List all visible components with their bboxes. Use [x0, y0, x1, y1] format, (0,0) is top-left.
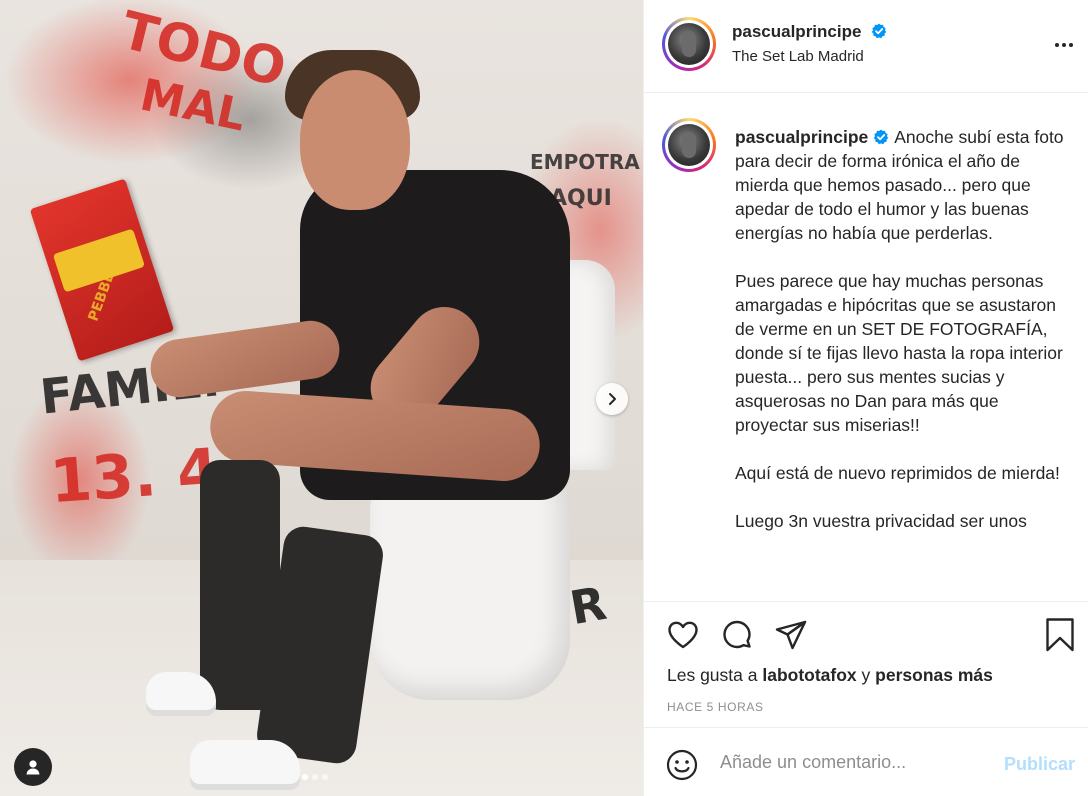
carousel-dot [322, 774, 328, 780]
likes-others-link[interactable]: personas más [875, 665, 993, 685]
header-username[interactable]: pascualprincipe [732, 22, 861, 41]
likes-summary: Les gusta a labototafox y personas más [667, 665, 993, 686]
action-bar: Les gusta a labototafox y personas más H… [644, 601, 1088, 726]
person-head [300, 70, 410, 210]
post-location[interactable]: The Set Lab Madrid [732, 48, 887, 65]
carousel-dot [312, 774, 318, 780]
next-image-button[interactable] [596, 383, 628, 415]
caption-section: pascualprincipe Anoche subí esta foto par… [644, 94, 1088, 601]
caption-avatar[interactable] [662, 118, 716, 172]
graffiti-text: EMPOTRA [530, 150, 640, 174]
verified-badge-icon [874, 129, 889, 145]
user-tag-icon [26, 760, 40, 775]
post-timestamp[interactable]: HACE 5 HORAS [667, 700, 764, 714]
caption-body: Anoche subí esta foto para decir de form… [735, 127, 1064, 531]
smiley-icon [666, 749, 698, 781]
comment-form: Publicar [644, 727, 1088, 796]
post-media[interactable]: TODO MAL FAMILY 13. 41 EMPOTRA AQUI LOSE… [0, 0, 643, 796]
bookmark-icon [1046, 618, 1074, 652]
caption: pascualprincipe Anoche subí esta foto par… [735, 125, 1070, 533]
comment-input[interactable] [720, 752, 970, 773]
caption-username[interactable]: pascualprincipe [735, 127, 868, 147]
avatar-image [668, 124, 710, 166]
like-button[interactable] [666, 618, 700, 657]
sneaker [146, 672, 216, 716]
likes-prefix: Les gusta a [667, 665, 758, 685]
avatar[interactable] [662, 17, 716, 71]
carousel-dot [302, 774, 308, 780]
comment-button[interactable] [720, 618, 754, 657]
toilet [370, 470, 570, 700]
more-horizontal-icon [1055, 43, 1073, 47]
liked-by-user-link[interactable]: labototafox [762, 665, 856, 685]
more-options-button[interactable] [1053, 34, 1075, 61]
tagged-users-button[interactable] [14, 748, 52, 786]
publish-button[interactable]: Publicar [1004, 754, 1075, 775]
avatar-image [668, 23, 710, 65]
share-button[interactable] [774, 618, 808, 657]
post-header: pascualprincipe The Set Lab Madrid [644, 0, 1088, 93]
paper-plane-icon [775, 620, 807, 650]
heart-icon [668, 621, 698, 649]
chevron-right-icon [609, 393, 616, 405]
verified-badge-icon [871, 23, 887, 39]
likes-joiner: y [861, 665, 871, 685]
sneaker [190, 740, 300, 790]
carousel-indicator [302, 774, 328, 780]
emoji-button[interactable] [666, 749, 698, 786]
save-button[interactable] [1044, 617, 1076, 658]
post-details-panel: pascualprincipe The Set Lab Madrid pascu… [643, 0, 1088, 796]
comment-icon [723, 620, 751, 649]
